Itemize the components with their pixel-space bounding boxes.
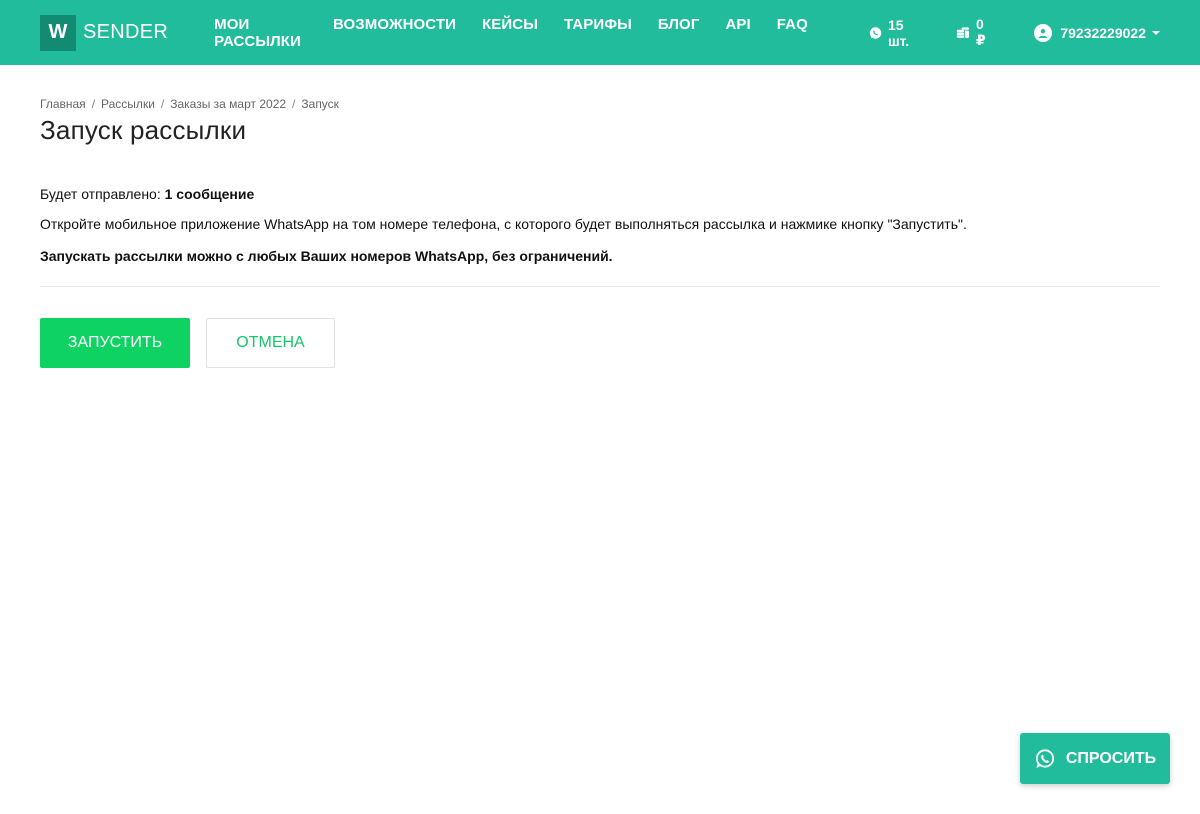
main-content: Главная / Рассылки / Заказы за март 2022… — [0, 97, 1200, 368]
breadcrumb-item-orders[interactable]: Заказы за март 2022 — [170, 97, 286, 111]
main-nav: МОИ РАССЫЛКИ ВОЗМОЖНОСТИ КЕЙСЫ ТАРИФЫ БЛ… — [214, 16, 834, 50]
balance-value: 0 ₽ — [976, 16, 986, 48]
breadcrumb-item-mailings[interactable]: Рассылки — [101, 97, 155, 111]
breadcrumb-separator: / — [292, 97, 296, 111]
ask-button[interactable]: СПРОСИТЬ — [1020, 733, 1170, 784]
user-phone: 79232229022 — [1060, 24, 1146, 41]
user-menu[interactable]: 79232229022 — [1034, 23, 1160, 42]
whatsapp-count[interactable]: 15 шт. — [869, 17, 921, 49]
top-navbar: W SENDER МОИ РАССЫЛКИ ВОЗМОЖНОСТИ КЕЙСЫ … — [0, 0, 1200, 65]
whatsapp-count-value: 15 шт. — [887, 16, 910, 49]
nav-item-pricing[interactable]: ТАРИФЫ — [564, 16, 632, 50]
header-right: 15 шт. 0 ₽ 79232229022 — [834, 16, 1160, 49]
user-avatar-icon — [1034, 23, 1053, 42]
note-text: Запускать рассылки можно с любых Ваших н… — [40, 248, 613, 264]
start-button[interactable]: ЗАПУСТИТЬ — [40, 318, 190, 368]
breadcrumb-separator: / — [160, 97, 165, 111]
breadcrumb-item-current: Запуск — [301, 97, 339, 111]
coins-icon — [957, 26, 970, 38]
nav-item-api[interactable]: API — [725, 16, 750, 50]
logo-mark: W — [40, 14, 76, 51]
instruction-text: Откройте мобильное приложение WhatsApp н… — [40, 216, 967, 232]
breadcrumb-separator: / — [91, 97, 96, 111]
action-buttons: ЗАПУСТИТЬ ОТМЕНА — [40, 318, 1160, 368]
logo[interactable]: W SENDER — [40, 14, 169, 51]
nav-item-cases[interactable]: КЕЙСЫ — [482, 16, 538, 50]
chevron-down-icon — [1152, 30, 1160, 35]
balance[interactable]: 0 ₽ — [956, 16, 993, 49]
whatsapp-icon — [869, 26, 882, 39]
nav-item-faq[interactable]: FAQ — [777, 16, 808, 50]
divider — [40, 286, 1160, 287]
will-send-line: Будет отправлено: 1 сообщение — [40, 184, 1160, 204]
cancel-button[interactable]: ОТМЕНА — [206, 318, 335, 368]
nav-item-features[interactable]: ВОЗМОЖНОСТИ — [333, 16, 456, 50]
nav-item-blog[interactable]: БЛОГ — [658, 16, 700, 50]
nav-item-my-mailings[interactable]: МОИ РАССЫЛКИ — [214, 16, 307, 50]
launch-info: Будет отправлено: 1 сообщение Откройте м… — [40, 184, 1160, 266]
breadcrumb: Главная / Рассылки / Заказы за март 2022… — [40, 97, 1160, 111]
will-send-label: Будет отправлено: — [40, 186, 165, 202]
breadcrumb-item-home[interactable]: Главная — [40, 97, 86, 111]
whatsapp-icon — [1035, 748, 1054, 768]
page-title: Запуск рассылки — [40, 115, 247, 145]
ask-button-label: СПРОСИТЬ — [1065, 749, 1157, 767]
logo-text: SENDER — [83, 21, 169, 43]
will-send-value: 1 сообщение — [164, 186, 255, 202]
